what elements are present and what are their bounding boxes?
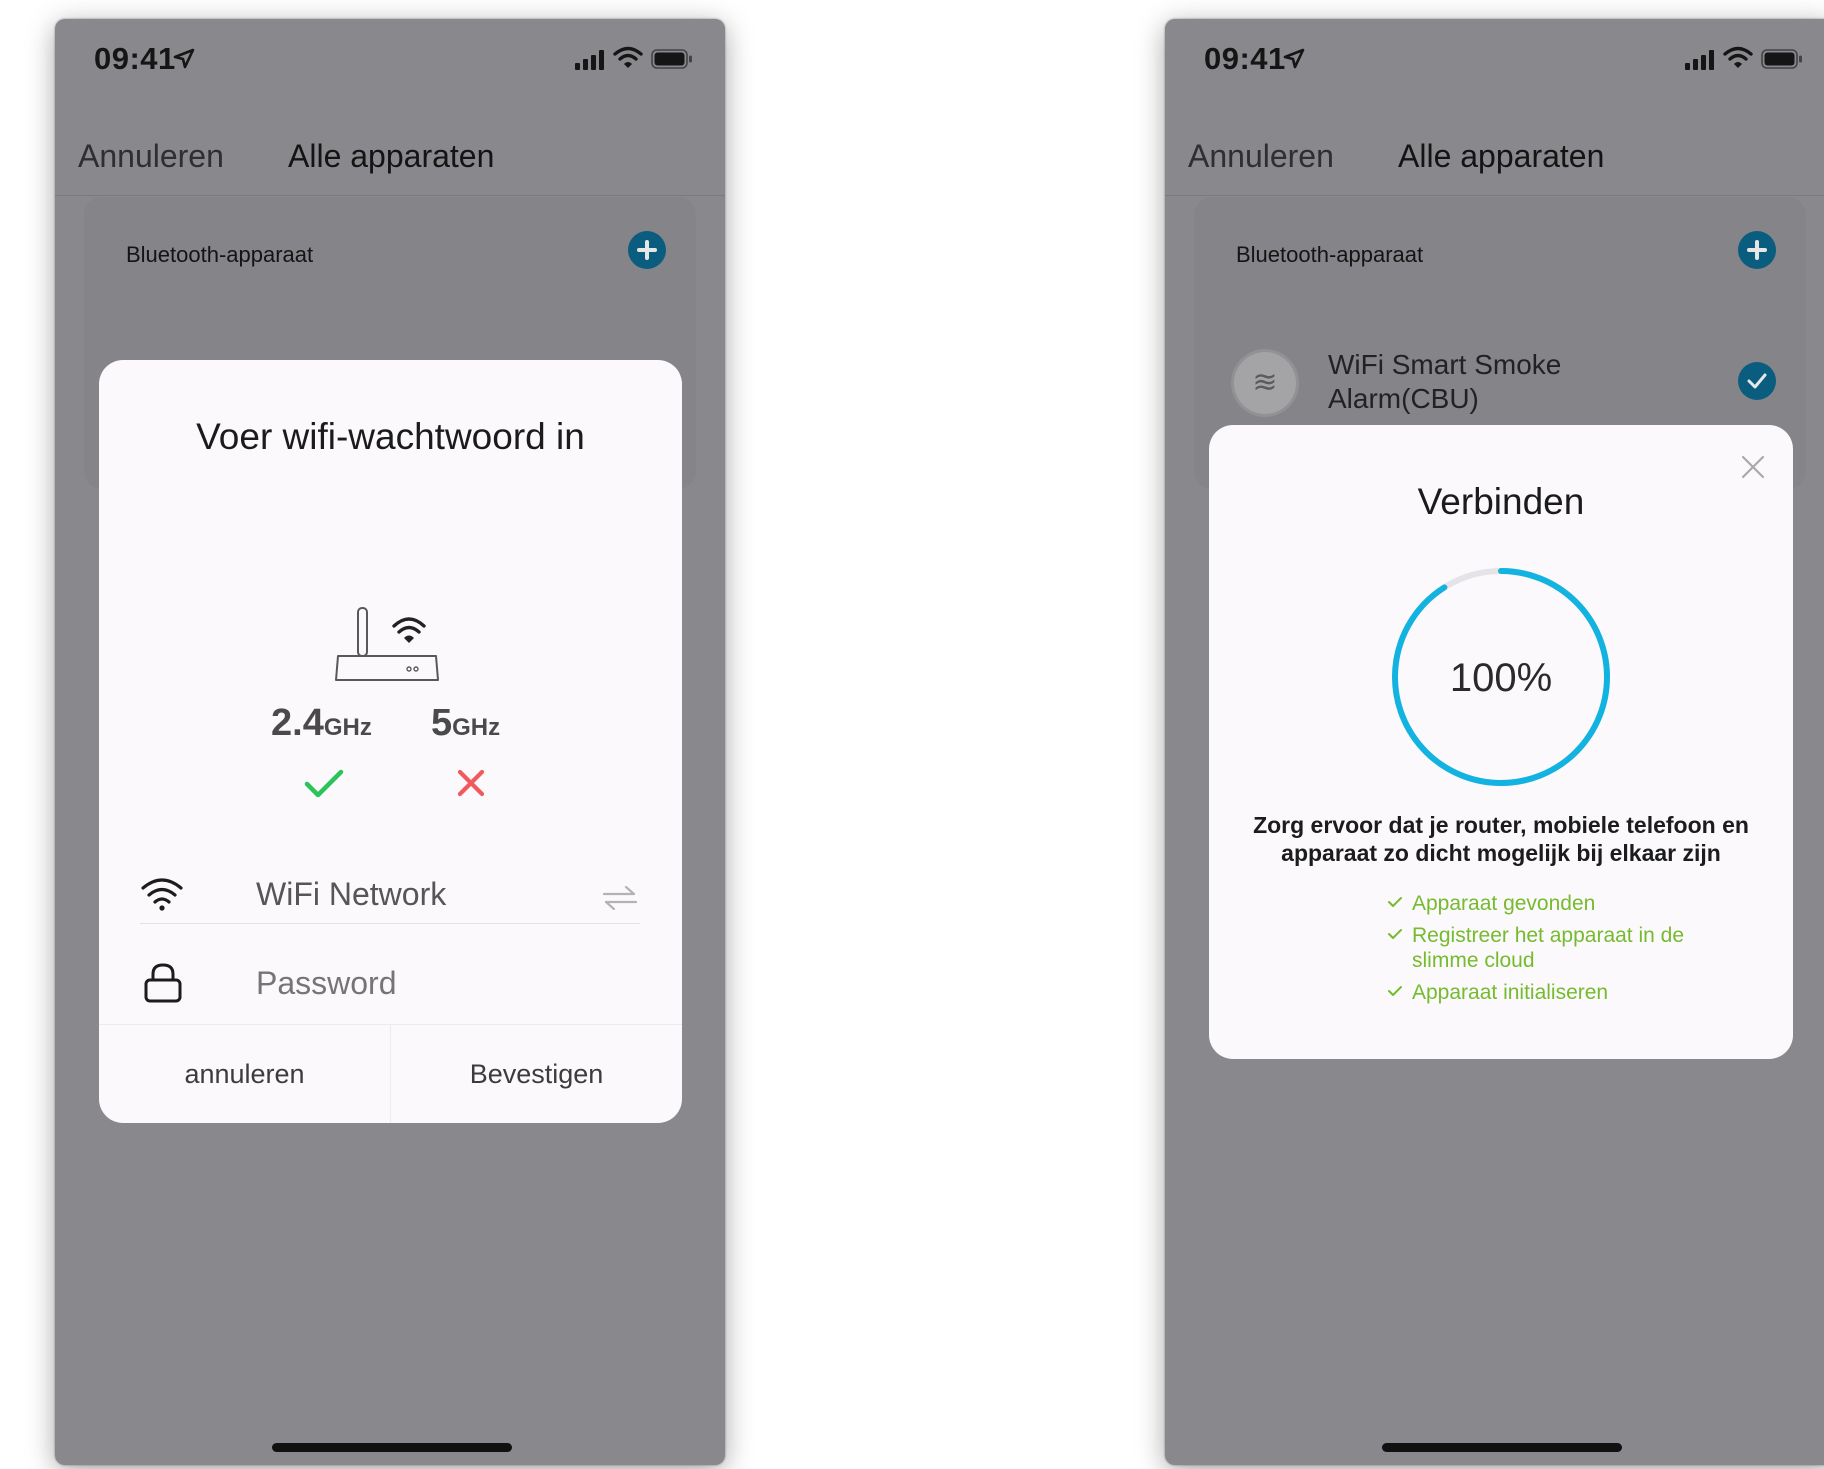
band-label-5ghz: 5GHz [431, 702, 500, 745]
connection-steps: Apparaat gevonden Registreer het apparaa… [1387, 891, 1767, 1012]
wifi-network-row[interactable]: WiFi Network [140, 864, 640, 922]
check-icon [1388, 929, 1402, 939]
router-icon [335, 607, 439, 681]
wifi-password-dialog: Voer wifi-wachtwoord in 2.4GHz 5GHz WiFi… [99, 360, 682, 1123]
home-indicator[interactable] [272, 1443, 512, 1452]
location-arrow-icon [173, 48, 195, 69]
dialog-title: Verbinden [1417, 481, 1585, 522]
step-label: Apparaat initialiseren [1412, 981, 1609, 1004]
field-divider [140, 923, 640, 924]
list-header: Bluetooth-apparaat [126, 242, 314, 267]
wifi-status-icon [613, 46, 643, 68]
status-time: 09:41 [94, 41, 176, 76]
progress-label: 100% [1450, 656, 1552, 700]
cellular-signal-icon [1685, 50, 1714, 70]
band-unit: GHz [323, 714, 372, 741]
nav-bar: Annuleren Alle apparaten [1165, 103, 1824, 196]
wifi-network-field[interactable]: WiFi Network [256, 876, 446, 913]
step-label: Registreer het apparaat in de slimme clo… [1412, 924, 1685, 972]
close-icon[interactable] [1740, 454, 1766, 480]
add-device-button[interactable] [628, 231, 666, 269]
selected-check-icon[interactable] [1738, 362, 1776, 400]
nav-cancel-button[interactable]: Annuleren [1188, 138, 1334, 175]
dialog-title: Voer wifi-wachtwoord in [196, 416, 585, 457]
home-indicator[interactable] [1382, 1443, 1622, 1452]
nav-title: Alle apparaten [288, 138, 495, 174]
step-item: Apparaat initialiseren [1387, 980, 1767, 1005]
smoke-alarm-icon: ≋ [1234, 352, 1296, 414]
location-arrow-icon [1283, 48, 1305, 69]
nav-bar: Annuleren Alle apparaten [55, 103, 725, 196]
cross-icon [457, 769, 485, 797]
step-label: Apparaat gevonden [1412, 892, 1596, 915]
nav-cancel-button[interactable]: Annuleren [78, 138, 224, 175]
band-value: 5 [431, 702, 453, 744]
connecting-dialog: Verbinden 100% Zorg ervoor dat je router… [1209, 425, 1793, 1059]
status-bar: 09:41 [55, 19, 725, 103]
nav-title: Alle apparaten [1398, 138, 1605, 174]
battery-icon [1761, 49, 1802, 69]
confirm-button[interactable]: Bevestigen [391, 1025, 682, 1123]
add-device-button[interactable] [1738, 231, 1776, 269]
status-time: 09:41 [1204, 41, 1286, 76]
step-item: Apparaat gevonden [1387, 891, 1767, 916]
band-value: 2.4 [271, 702, 324, 744]
list-header: Bluetooth-apparaat [1236, 242, 1424, 267]
wifi-icon [141, 878, 183, 911]
device-name[interactable]: WiFi Smart Smoke Alarm(CBU) [1328, 348, 1628, 416]
battery-icon [651, 49, 692, 69]
check-icon [1388, 986, 1402, 996]
password-row[interactable] [140, 954, 640, 1012]
check-icon [1388, 897, 1402, 907]
wifi-status-icon [1723, 46, 1753, 68]
cancel-button[interactable]: annuleren [99, 1025, 390, 1123]
status-bar: 09:41 [1165, 19, 1824, 103]
cellular-signal-icon [575, 50, 604, 70]
band-label-24ghz: 2.4GHz [271, 702, 372, 745]
lock-icon [144, 963, 182, 1003]
password-input[interactable] [256, 962, 626, 1004]
switch-network-icon[interactable] [602, 886, 638, 910]
step-item: Registreer het apparaat in de slimme clo… [1387, 923, 1742, 973]
check-icon [304, 769, 344, 798]
band-unit: GHz [452, 714, 501, 741]
proximity-hint: Zorg ervoor dat je router, mobiele telef… [1253, 812, 1749, 866]
progress-ring: 100% [1392, 568, 1610, 786]
